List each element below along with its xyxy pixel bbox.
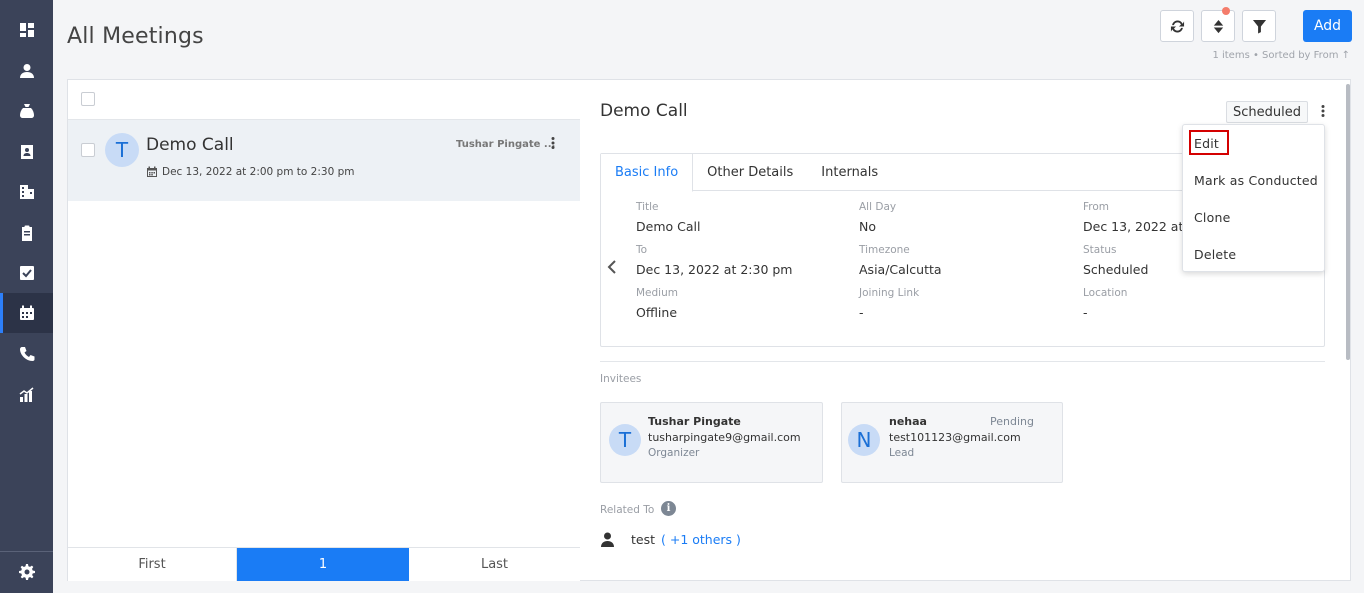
scrollbar-thumb[interactable]	[1346, 84, 1350, 360]
sidebar	[0, 0, 53, 593]
field-medium-value: Offline	[636, 305, 678, 320]
field-medium-label: Medium	[636, 287, 678, 299]
more-options-icon[interactable]	[548, 136, 558, 152]
list-item-date: Dec 13, 2022 at 2:00 pm to 2:30 pm	[146, 166, 354, 178]
sidebar-item-reports[interactable]	[0, 375, 53, 415]
field-location-value: -	[1083, 305, 1088, 320]
detail-more-options-icon[interactable]	[1318, 104, 1328, 120]
field-title-value: Demo Call	[636, 219, 701, 234]
field-from-value: Dec 13, 2022 at 2	[1083, 219, 1196, 234]
menu-item-delete[interactable]: Delete	[1183, 236, 1324, 273]
refresh-icon	[1170, 20, 1184, 32]
menu-item-clone[interactable]: Clone	[1183, 199, 1324, 236]
field-joining-link-label: Joining Link	[859, 287, 920, 299]
invitee-name: nehaa	[889, 415, 927, 428]
sort-button[interactable]	[1201, 7, 1235, 42]
select-all-checkbox[interactable]	[81, 92, 95, 106]
detail-title: Demo Call	[600, 101, 688, 121]
sidebar-item-meetings[interactable]	[0, 293, 53, 333]
invitees-label: Invitees	[600, 373, 642, 385]
field-to-label: To	[636, 244, 648, 256]
sidebar-item-dashboard[interactable]	[0, 10, 53, 50]
list-item-title[interactable]: Demo Call	[146, 135, 234, 155]
tab-internals[interactable]: Internals	[807, 154, 892, 191]
contacts-icon	[19, 64, 34, 78]
related-others-link[interactable]: ( +1 others )	[661, 532, 741, 547]
invitee-card: T Tushar Pingate tusharpingate9@gmail.co…	[600, 402, 823, 483]
list-item-owner: Tushar Pingate ...	[456, 139, 556, 150]
field-all-day-label: All Day	[859, 201, 897, 213]
pager-last-button[interactable]: Last	[409, 548, 580, 581]
sidebar-item-tasks[interactable]	[0, 253, 53, 293]
field-location-label: Location	[1083, 287, 1128, 299]
status-badge: Scheduled	[1226, 101, 1308, 123]
edit-highlight-box	[1189, 130, 1229, 155]
filter-icon	[1252, 19, 1266, 34]
sidebar-item-companies[interactable]	[0, 172, 53, 212]
sidebar-item-settings[interactable]	[0, 552, 53, 592]
avatar: N	[848, 424, 880, 456]
menu-item-mark-as-conducted[interactable]: Mark as Conducted	[1183, 162, 1324, 199]
related-record-name[interactable]: test	[631, 532, 655, 547]
field-to-value: Dec 13, 2022 at 2:30 pm	[636, 262, 793, 277]
list-item[interactable]: T Demo Call Tushar Pingate ... Dec 13, 2…	[68, 119, 580, 201]
sidebar-item-deals[interactable]	[0, 91, 53, 131]
scrollbar[interactable]	[1345, 80, 1351, 580]
invitee-role: Lead	[889, 447, 915, 459]
page-title: All Meetings	[67, 24, 204, 49]
calls-phone-icon	[19, 347, 34, 361]
sidebar-item-clipboard[interactable]	[0, 213, 53, 253]
list-item-date-text: Dec 13, 2022 at 2:00 pm to 2:30 pm	[162, 166, 355, 178]
tab-basic-info[interactable]: Basic Info	[601, 154, 694, 192]
settings-gear-icon	[18, 564, 35, 580]
pager-current-page[interactable]: 1	[237, 548, 409, 581]
meeting-list-panel: T Demo Call Tushar Pingate ... Dec 13, 2…	[67, 79, 581, 581]
address-book-icon	[20, 145, 33, 159]
info-icon[interactable]: i	[661, 501, 676, 516]
pagination: First 1 Last	[68, 547, 580, 581]
row-checkbox[interactable]	[81, 143, 95, 157]
invitee-email: tusharpingate9@gmail.com	[648, 431, 801, 444]
reports-icon	[19, 387, 33, 402]
companies-icon	[19, 185, 34, 199]
clipboard-icon	[21, 225, 32, 241]
refresh-button[interactable]	[1160, 10, 1194, 42]
avatar: T	[609, 424, 641, 456]
deals-icon	[19, 104, 34, 118]
dashboard-icon	[19, 23, 34, 37]
field-status-label: Status	[1083, 244, 1117, 256]
field-status-value: Scheduled	[1083, 262, 1149, 277]
person-icon	[601, 532, 614, 547]
avatar: T	[105, 133, 139, 167]
meetings-calendar-icon	[19, 305, 34, 320]
invitee-status: Pending	[990, 415, 1034, 428]
filter-button[interactable]	[1242, 10, 1276, 42]
sort-info: 1 items • Sorted by From ↑	[1212, 50, 1350, 61]
tab-other-details[interactable]: Other Details	[693, 154, 807, 191]
calendar-icon	[147, 166, 157, 177]
chevron-left-icon[interactable]	[606, 260, 618, 274]
field-timezone-value: Asia/Calcutta	[859, 262, 942, 277]
pager-first-button[interactable]: First	[68, 548, 237, 581]
field-all-day-value: No	[859, 219, 876, 234]
invitee-card: N nehaa Pending test101123@gmail.com Lea…	[841, 402, 1063, 483]
sort-icon	[1213, 19, 1223, 33]
add-button[interactable]: Add	[1303, 10, 1352, 42]
related-to-label: Related To	[600, 504, 655, 516]
field-timezone-label: Timezone	[859, 244, 910, 256]
field-from-label: From	[1083, 201, 1110, 213]
section-divider	[600, 361, 1325, 362]
invitee-email: test101123@gmail.com	[889, 431, 1021, 444]
invitee-name: Tushar Pingate	[648, 415, 741, 428]
invitee-role: Organizer	[648, 447, 700, 459]
sidebar-item-calls[interactable]	[0, 334, 53, 374]
sidebar-item-contacts[interactable]	[0, 51, 53, 91]
sidebar-item-address-book[interactable]	[0, 132, 53, 172]
sort-indicator-dot	[1222, 7, 1230, 15]
tasks-icon	[19, 266, 34, 280]
field-joining-link-value: -	[859, 305, 864, 320]
field-title-label: Title	[636, 201, 659, 213]
